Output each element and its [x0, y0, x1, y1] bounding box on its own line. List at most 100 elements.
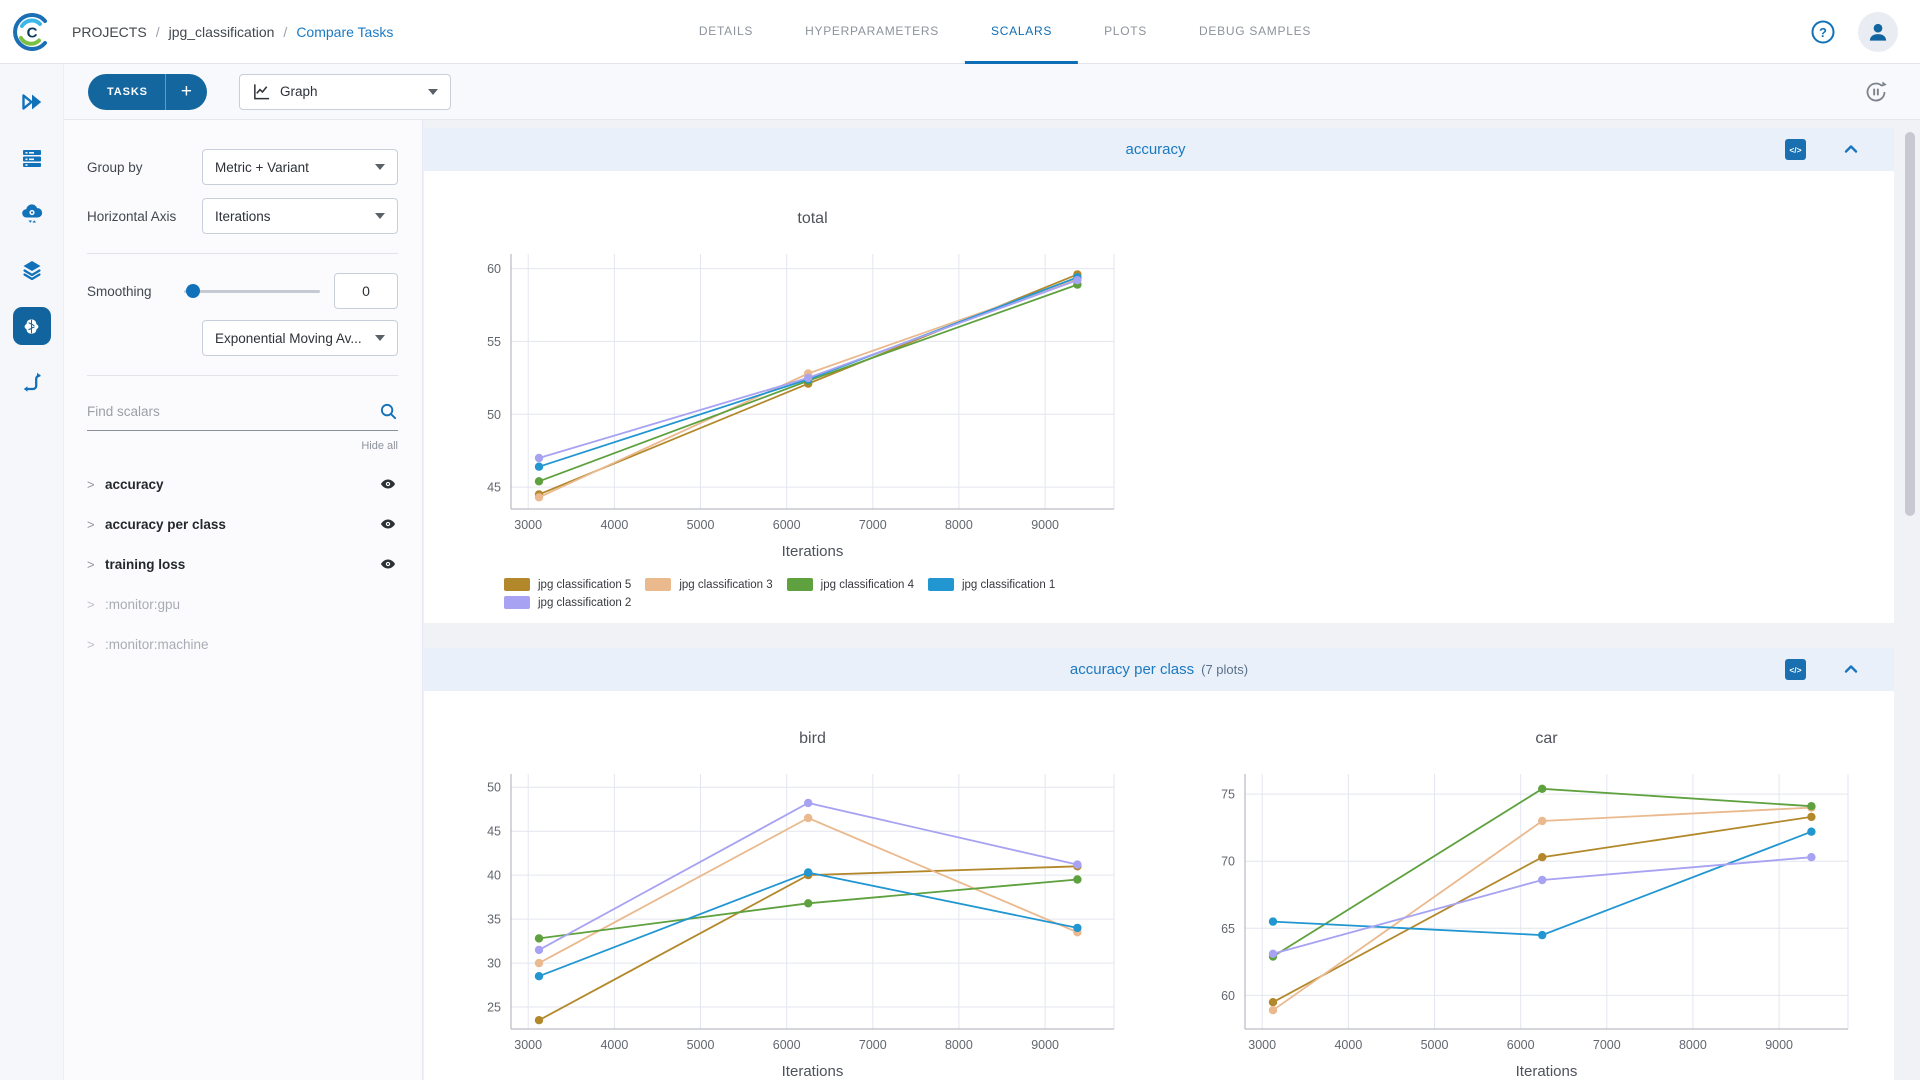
- svg-text:8000: 8000: [1679, 1038, 1707, 1052]
- horizontal-axis-select[interactable]: Iterations: [202, 198, 398, 234]
- caret-down-icon: [375, 335, 385, 341]
- svg-text:8000: 8000: [945, 518, 973, 532]
- chevron-right-icon[interactable]: >: [87, 557, 103, 572]
- tab-debug-samples[interactable]: DEBUG SAMPLES: [1173, 0, 1337, 64]
- svg-text:Iterations: Iterations: [1516, 1063, 1578, 1080]
- svg-text:bird: bird: [799, 730, 826, 747]
- smoothing-type-value: Exponential Moving Av...: [215, 330, 362, 346]
- svg-text:45: 45: [487, 825, 501, 839]
- metric-row-monitor-machine[interactable]: > :monitor:machine: [87, 624, 398, 664]
- svg-text:4000: 4000: [600, 1038, 628, 1052]
- svg-text:7000: 7000: [859, 1038, 887, 1052]
- embed-code-icon[interactable]: </>: [1785, 139, 1806, 160]
- svg-text:45: 45: [487, 481, 501, 495]
- legend-item[interactable]: jpg classification 2: [504, 596, 631, 609]
- svg-text:6000: 6000: [773, 518, 801, 532]
- tasks-button-group: TASKS +: [88, 73, 207, 110]
- caret-down-icon: [427, 88, 438, 95]
- add-task-button[interactable]: +: [166, 74, 207, 110]
- section-title[interactable]: accuracy per class: [1070, 661, 1194, 678]
- auto-refresh-icon[interactable]: [1862, 78, 1890, 106]
- group-by-select[interactable]: Metric + Variant: [202, 149, 398, 185]
- legend-item[interactable]: jpg classification 3: [645, 578, 773, 591]
- legend-item[interactable]: jpg classification 1: [927, 578, 1055, 591]
- line-chart-plot[interactable]: 45 50 55 60 3000 4000 5000 6000 7000 8000 9000 tota…: [424, 171, 1158, 571]
- line-chart-plot[interactable]: 60 65 70 75 3000 4000 5000 6000 7000 8000 9000 car I…: [1158, 691, 1892, 1080]
- divider: [87, 375, 398, 376]
- svg-text:65: 65: [1221, 922, 1235, 936]
- top-header: C PROJECTS / jpg_classification / Compar…: [0, 0, 1920, 64]
- legend-swatch: [927, 578, 954, 591]
- datasets-icon[interactable]: [20, 258, 44, 282]
- metric-row-training-loss[interactable]: > training loss: [87, 544, 398, 584]
- chevron-right-icon[interactable]: >: [87, 477, 103, 492]
- svg-text:55: 55: [487, 335, 501, 349]
- svg-text:75: 75: [1221, 788, 1235, 802]
- breadcrumb-compare-tasks[interactable]: Compare Tasks: [296, 24, 393, 40]
- scalars-content: Group by Metric + Variant Horizontal Axi…: [64, 119, 1920, 1080]
- tab-scalars[interactable]: SCALARS: [965, 0, 1079, 64]
- line-chart-plot[interactable]: 25 30 35 40 45 50 3000 4000 5000 6000 7000 8000 9000…: [424, 691, 1158, 1080]
- visibility-eye-icon[interactable]: [378, 514, 398, 534]
- breadcrumb-projects[interactable]: PROJECTS: [72, 24, 147, 40]
- smoothing-slider[interactable]: [184, 284, 320, 298]
- tab-plots[interactable]: PLOTS: [1078, 0, 1173, 64]
- svg-text:5000: 5000: [687, 518, 715, 532]
- smoothing-input[interactable]: [334, 273, 398, 309]
- embed-code-icon[interactable]: </>: [1785, 659, 1806, 680]
- svg-text:3000: 3000: [514, 518, 542, 532]
- svg-text:60: 60: [487, 262, 501, 276]
- view-type-select[interactable]: Graph: [238, 73, 451, 110]
- section-title[interactable]: accuracy: [1125, 141, 1185, 158]
- breadcrumb-separator: /: [155, 23, 160, 40]
- collapse-section-icon[interactable]: [1842, 660, 1860, 678]
- projects-icon[interactable]: [12, 307, 51, 345]
- metric-row-monitor-gpu[interactable]: > :monitor:gpu: [87, 584, 398, 624]
- chart-total[interactable]: 45 50 55 60 3000 4000 5000 6000 7000 8000 9000 tota…: [424, 171, 1158, 609]
- expand-sidebar-icon[interactable]: [20, 90, 44, 114]
- slider-thumb[interactable]: [186, 284, 200, 298]
- user-avatar[interactable]: [1858, 11, 1898, 52]
- svg-text:3000: 3000: [514, 1038, 542, 1052]
- svg-text:50: 50: [487, 781, 501, 795]
- tab-hyperparameters[interactable]: HYPERPARAMETERS: [779, 0, 965, 64]
- metric-row-accuracy[interactable]: > accuracy: [87, 464, 398, 504]
- legend-label: jpg classification 3: [679, 578, 773, 591]
- visibility-eye-icon[interactable]: [378, 474, 398, 494]
- chart-car[interactable]: 60 65 70 75 3000 4000 5000 6000 7000 8000 9000 car I…: [1158, 691, 1892, 1080]
- svg-text:?: ?: [1819, 25, 1827, 40]
- hide-all-button[interactable]: Hide all: [87, 440, 398, 452]
- legend-item[interactable]: jpg classification 4: [786, 578, 914, 591]
- chevron-right-icon[interactable]: >: [87, 517, 103, 532]
- pipelines-icon[interactable]: [20, 370, 44, 394]
- tab-details[interactable]: DETAILS: [673, 0, 779, 64]
- chart-bird[interactable]: 25 30 35 40 45 50 3000 4000 5000 6000 7000 8000 9000…: [424, 691, 1158, 1080]
- find-scalars-input[interactable]: [87, 404, 379, 419]
- metric-label: :monitor:gpu: [105, 596, 181, 612]
- section-accuracy: accuracy </> 45 50 55 60 3000 4000 5000 6000 700…: [424, 128, 1894, 623]
- group-by-value: Metric + Variant: [215, 159, 309, 175]
- visibility-eye-icon[interactable]: [378, 554, 398, 574]
- svg-text:50: 50: [487, 408, 501, 422]
- breadcrumb-project-name[interactable]: jpg_classification: [169, 24, 275, 40]
- queues-icon[interactable]: [20, 146, 44, 170]
- divider: [87, 253, 398, 254]
- workers-icon[interactable]: [20, 202, 44, 226]
- search-icon[interactable]: [379, 402, 398, 421]
- smoothing-type-select[interactable]: Exponential Moving Av...: [202, 320, 398, 356]
- svg-text:6000: 6000: [773, 1038, 801, 1052]
- scalars-settings-panel: Group by Metric + Variant Horizontal Axi…: [64, 120, 423, 1080]
- metric-row-accuracy-per-class[interactable]: > accuracy per class: [87, 504, 398, 544]
- slider-track: [184, 290, 320, 293]
- scrollbar-thumb[interactable]: [1905, 132, 1915, 516]
- svg-text:4000: 4000: [1334, 1038, 1362, 1052]
- chevron-right-icon: >: [87, 636, 95, 652]
- metric-label: accuracy: [105, 476, 164, 492]
- svg-text:total: total: [797, 210, 827, 227]
- section-header-accuracy: accuracy </>: [424, 128, 1894, 171]
- collapse-section-icon[interactable]: [1842, 140, 1860, 158]
- legend-item[interactable]: jpg classification 5: [504, 578, 631, 591]
- tasks-button[interactable]: TASKS: [88, 73, 166, 110]
- help-icon[interactable]: ?: [1810, 19, 1836, 45]
- clearml-logo[interactable]: C: [12, 12, 52, 52]
